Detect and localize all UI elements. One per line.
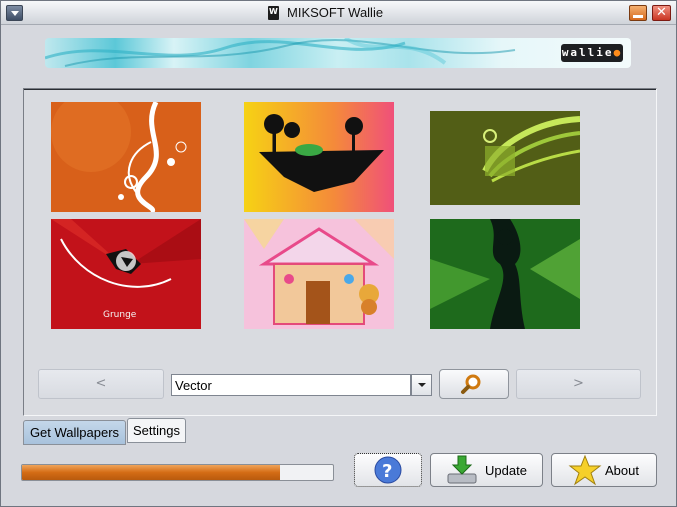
thumbnail-floating-island[interactable] [244, 102, 394, 212]
title-bar: MIKSOFT Wallie ✕ [1, 1, 676, 25]
question-mark-icon: ? [374, 456, 402, 484]
search-button[interactable] [439, 369, 509, 399]
about-button[interactable]: About [551, 453, 657, 487]
magnifier-icon [461, 374, 481, 394]
about-label: About [605, 463, 639, 478]
close-button[interactable]: ✕ [652, 5, 671, 21]
previous-page-button[interactable]: < [38, 369, 164, 399]
thumbnail-green-abstract[interactable] [430, 111, 580, 205]
next-page-button[interactable]: > [516, 369, 641, 399]
banner-swirl-graphic [45, 38, 516, 67]
progress-fill [22, 465, 280, 480]
chevron-down-icon[interactable] [411, 374, 432, 396]
tab-settings[interactable]: Settings [127, 418, 186, 443]
header-banner: wallie● [45, 38, 631, 68]
update-button[interactable]: Update [430, 453, 543, 487]
download-arrow-icon [447, 455, 477, 484]
tab-get-wallpapers[interactable]: Get Wallpapers [23, 420, 126, 445]
download-progress-bar [21, 464, 334, 481]
help-button[interactable]: ? [354, 453, 422, 487]
star-icon [568, 454, 602, 486]
window-title: MIKSOFT Wallie [287, 5, 384, 20]
thumbnail-red-grunge[interactable]: Grunge [51, 219, 201, 329]
app-icon [268, 6, 279, 20]
svg-text:Grunge: Grunge [103, 310, 137, 320]
system-menu-button[interactable] [6, 5, 23, 21]
wallie-logo: wallie● [561, 44, 623, 62]
minimize-button[interactable] [629, 5, 647, 21]
thumbnail-gingerbread-house[interactable] [244, 219, 394, 329]
thumbnail-green-silhouette[interactable] [430, 219, 580, 329]
thumbnail-orange-swirl[interactable] [51, 102, 201, 212]
category-value: Vector [175, 378, 212, 393]
category-combobox[interactable]: Vector [171, 374, 411, 396]
app-window: MIKSOFT Wallie ✕ wallie● [0, 0, 677, 507]
svg-text:?: ? [382, 461, 392, 482]
update-label: Update [485, 463, 527, 478]
wallpaper-gallery-panel: Grunge [23, 88, 657, 416]
